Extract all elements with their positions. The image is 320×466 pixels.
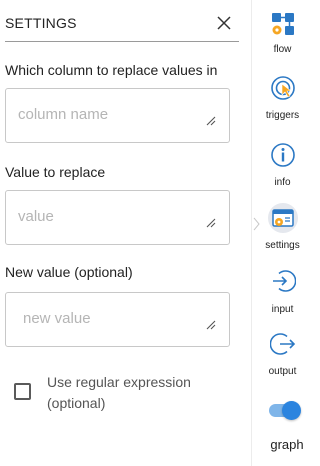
sidebar-item-triggers[interactable]: triggers — [252, 72, 313, 124]
triggers-icon — [271, 76, 295, 100]
sidebar-item-flow[interactable]: flow — [252, 8, 313, 58]
sidebar-label-output: output — [268, 366, 297, 377]
graph-toggle[interactable] — [269, 401, 302, 420]
sidebar-item-input[interactable]: input — [252, 268, 313, 316]
sidebar-item-info[interactable]: info — [252, 140, 313, 190]
sidebar-label-info: info — [274, 177, 291, 188]
sidebar-label-triggers: triggers — [265, 110, 300, 121]
input-icon — [273, 270, 296, 292]
settings-icon — [272, 209, 294, 227]
flow-icon — [272, 13, 294, 35]
graph-toggle-label: graph — [270, 437, 304, 452]
sidebar-label-flow: flow — [273, 44, 292, 55]
panel-header: SETTINGS — [5, 8, 239, 42]
panel-title: SETTINGS — [5, 15, 77, 31]
column-name-input[interactable] — [6, 89, 229, 142]
settings-panel: SETTINGS Which column to replace values … — [0, 0, 251, 466]
sidebar-label-settings: settings — [265, 240, 300, 251]
value-input[interactable] — [6, 191, 229, 244]
sidebar: flow triggers info settings input output — [252, 0, 313, 466]
toggle-knob — [282, 401, 301, 420]
sidebar-item-settings[interactable]: settings — [252, 203, 313, 253]
regex-checkbox-label[interactable]: Use regular expression (optional) — [47, 372, 217, 414]
column-field-label: Which column to replace values in — [5, 62, 218, 78]
info-icon — [271, 143, 295, 167]
output-icon — [270, 333, 296, 355]
new-value-field — [5, 292, 230, 347]
value-field — [5, 190, 230, 245]
new-value-input[interactable] — [6, 293, 229, 346]
sidebar-item-output[interactable]: output — [252, 331, 313, 379]
new-value-field-label: New value (optional) — [5, 264, 133, 280]
value-field-label: Value to replace — [5, 164, 106, 180]
sidebar-label-input: input — [271, 304, 294, 315]
close-icon[interactable] — [215, 14, 233, 32]
column-name-field — [5, 88, 230, 143]
regex-checkbox[interactable] — [14, 383, 31, 400]
